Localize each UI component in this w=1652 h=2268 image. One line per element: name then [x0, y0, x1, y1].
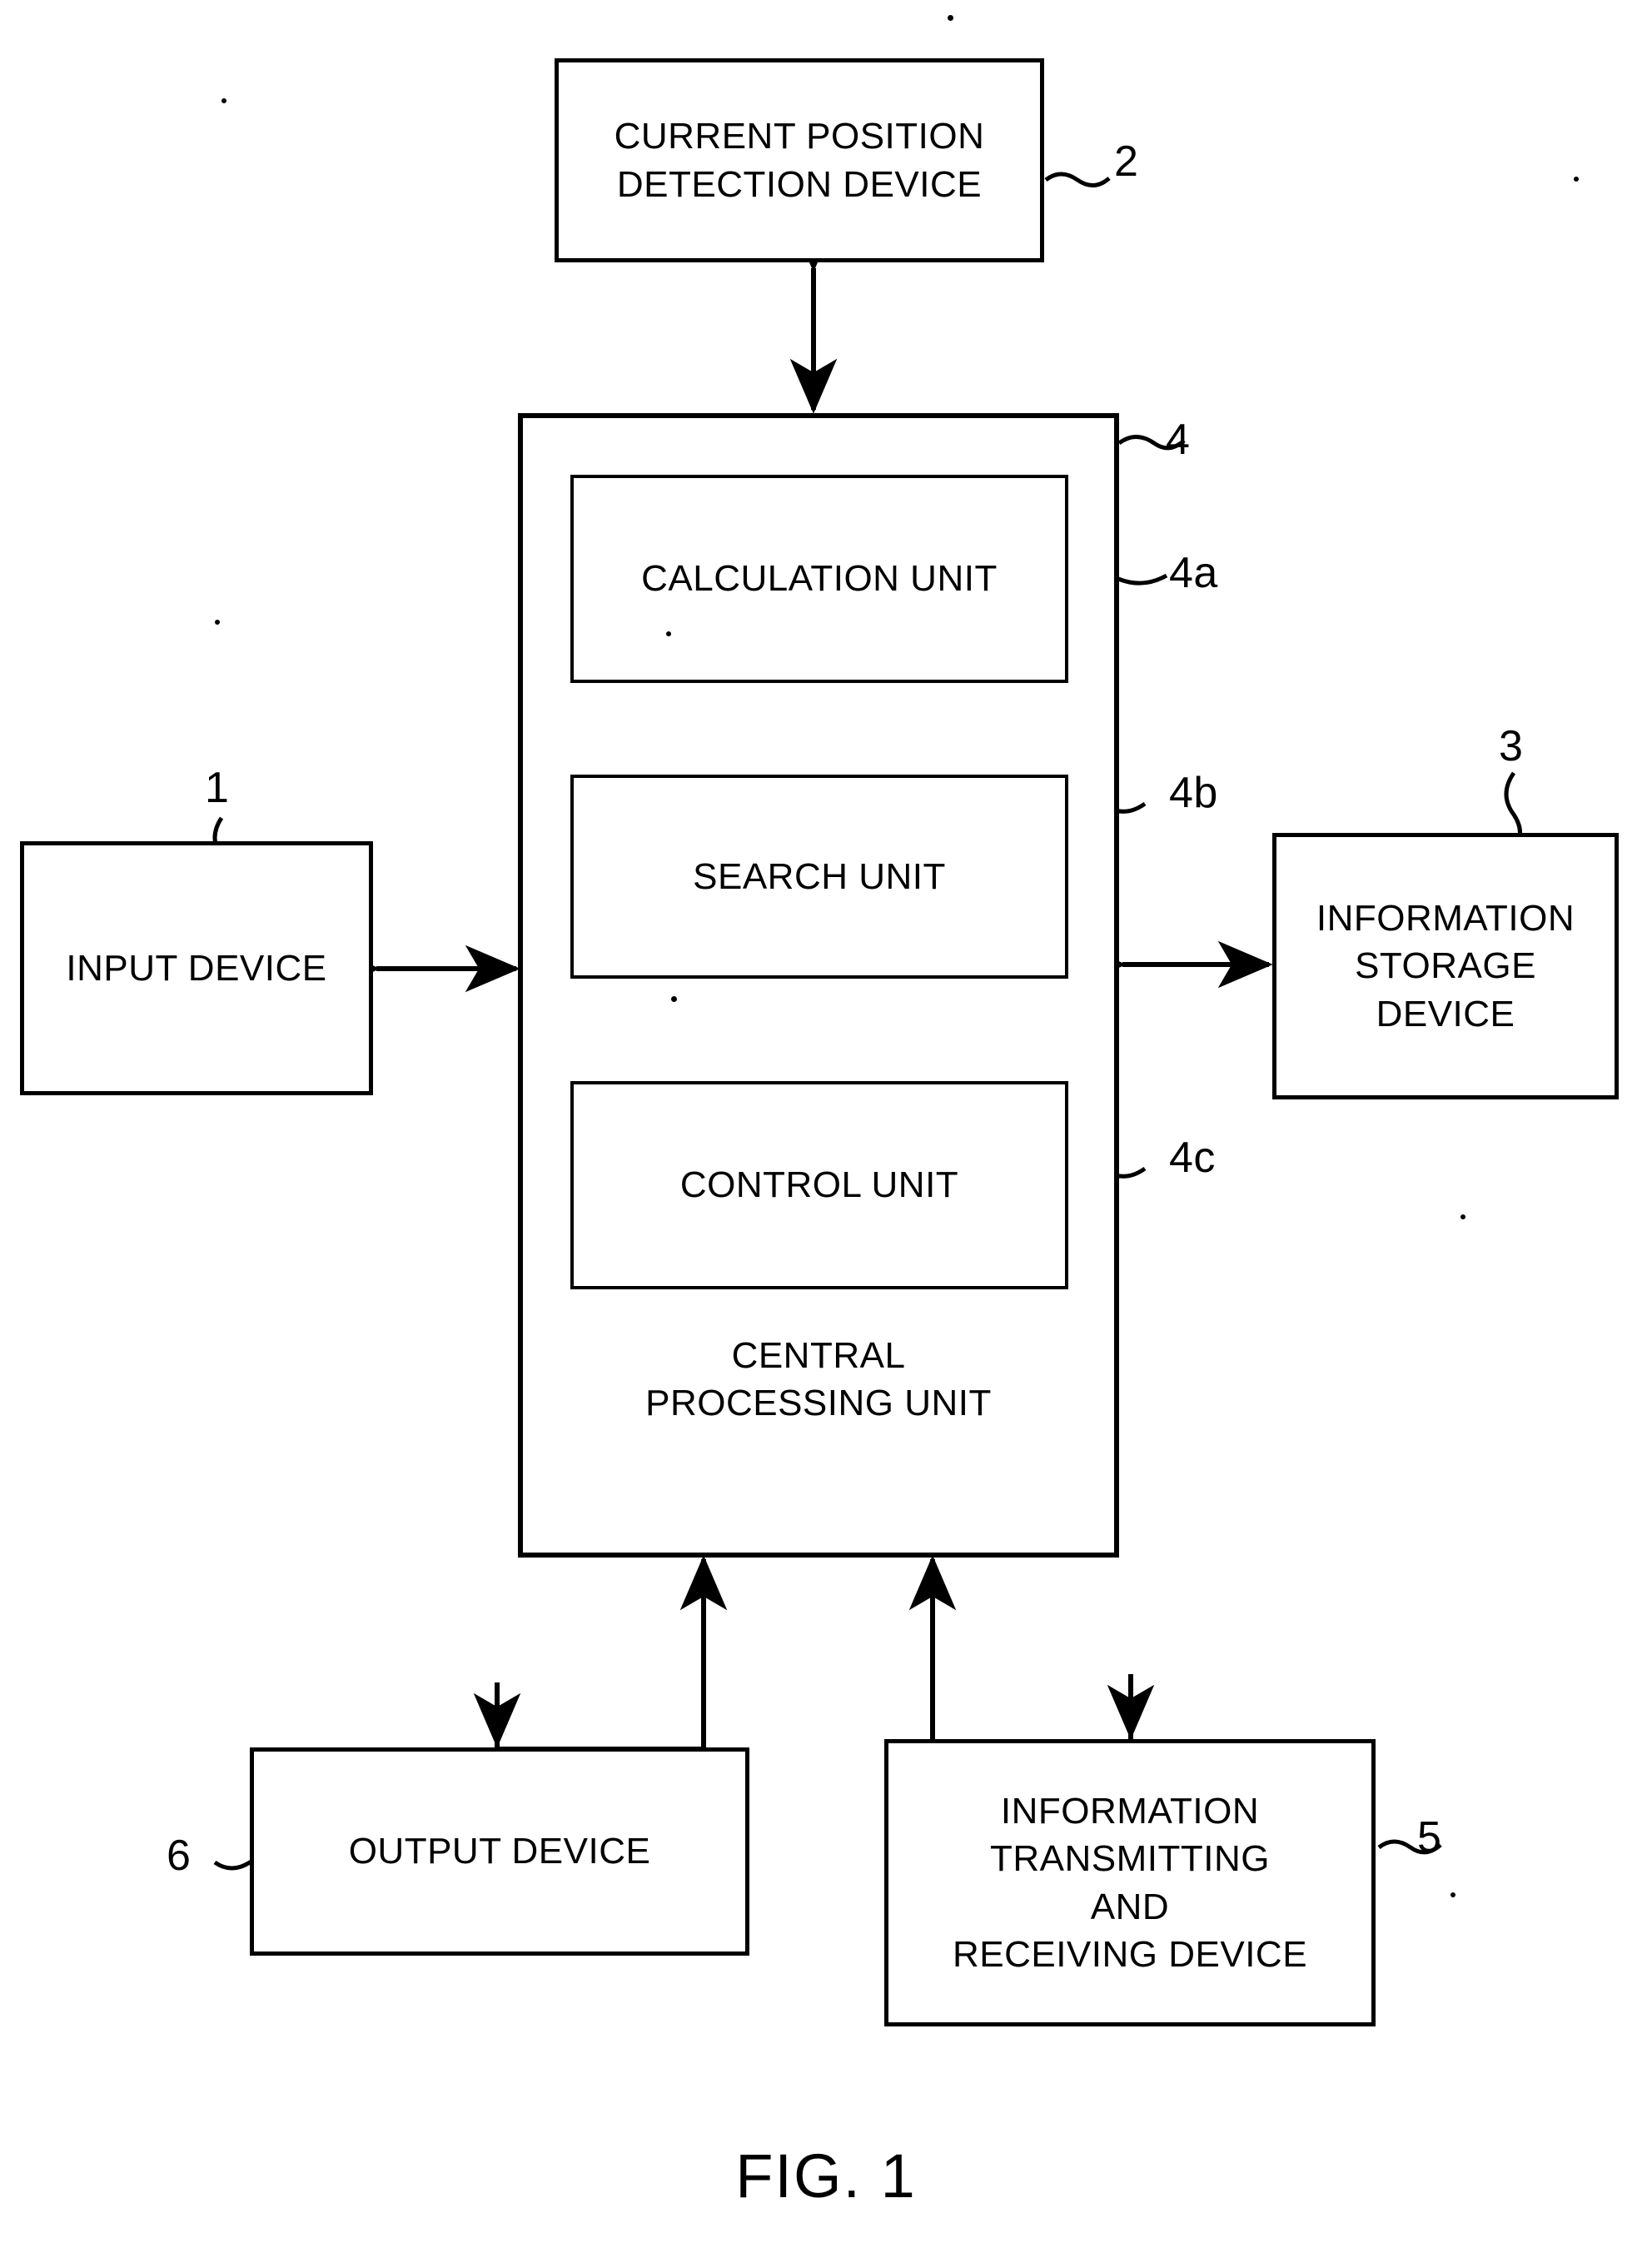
reference-numeral-1: 1 — [205, 764, 230, 812]
block-search-unit: SEARCH UNIT — [570, 775, 1068, 979]
block-label: CONTROL UNIT — [679, 1164, 959, 1206]
scan-speck — [1574, 177, 1579, 182]
block-output-device: OUTPUT DEVICE — [250, 1747, 749, 1956]
reference-numeral-6: 6 — [167, 1832, 192, 1880]
figure-sheet: CURRENT POSITION DETECTION DEVICE CENTRA… — [0, 0, 1652, 2268]
scan-speck — [221, 98, 226, 103]
figure-caption: FIG. 1 — [735, 2141, 917, 2211]
scan-speck — [1460, 1214, 1465, 1219]
wire-cpu-to-transmit — [908, 1555, 1155, 1752]
reference-numeral-3: 3 — [1499, 722, 1524, 770]
leader-line-2 — [1044, 172, 1111, 187]
reference-numeral-4c: 4c — [1169, 1134, 1216, 1182]
scan-speck — [671, 996, 677, 1002]
block-label: INFORMATION TRANSMITTING AND RECEIVING D… — [952, 1791, 1308, 1975]
block-information-storage-device: INFORMATION STORAGE DEVICE — [1272, 833, 1619, 1099]
block-label: INPUT DEVICE — [66, 947, 327, 989]
block-information-transmitting-and-receiving-device: INFORMATION TRANSMITTING AND RECEIVING D… — [884, 1739, 1376, 2026]
block-label: CURRENT POSITION DETECTION DEVICE — [614, 116, 985, 205]
block-label: OUTPUT DEVICE — [348, 1831, 651, 1872]
reference-numeral-4: 4 — [1166, 416, 1191, 464]
block-label: SEARCH UNIT — [693, 855, 946, 897]
block-calculation-unit: CALCULATION UNIT — [570, 475, 1068, 683]
block-label: INFORMATION STORAGE DEVICE — [1316, 898, 1575, 1034]
scan-speck — [666, 631, 671, 636]
scan-speck — [1450, 1892, 1455, 1897]
reference-numeral-4b: 4b — [1169, 769, 1218, 817]
wire-cpu-to-output — [473, 1555, 728, 1752]
reference-numeral-2: 2 — [1114, 137, 1139, 186]
scan-speck — [948, 15, 953, 21]
reference-numeral-5: 5 — [1417, 1813, 1442, 1862]
block-input-device: INPUT DEVICE — [20, 841, 373, 1095]
block-current-position-detection-device: CURRENT POSITION DETECTION DEVICE — [555, 58, 1044, 262]
reference-numeral-4a: 4a — [1169, 549, 1218, 597]
block-label: CALCULATION UNIT — [641, 558, 998, 600]
scan-speck — [215, 620, 220, 625]
block-label: CENTRAL PROCESSING UNIT — [645, 1335, 992, 1424]
block-control-unit: CONTROL UNIT — [570, 1081, 1068, 1289]
